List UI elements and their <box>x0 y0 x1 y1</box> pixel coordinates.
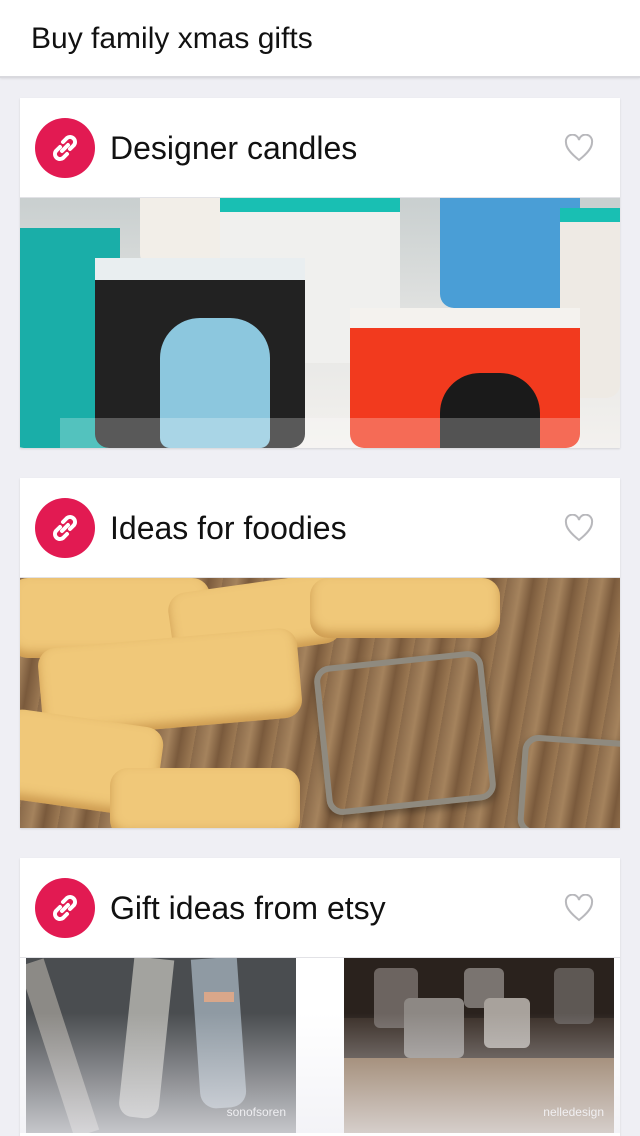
thumbnail-caption: sonofsoren <box>226 1105 286 1119</box>
thumbnail-caption: nelledesign <box>543 1105 604 1119</box>
card-title: Designer candles <box>110 130 358 166</box>
card-ideas-for-foodies[interactable]: Ideas for foodies <box>20 478 620 828</box>
link-icon <box>35 878 95 938</box>
card-header: Designer candles <box>20 98 620 198</box>
card-title: Gift ideas from etsy <box>110 890 386 926</box>
card-gift-ideas-from-etsy[interactable]: Gift ideas from etsy sonofsoren nelledes… <box>20 858 620 1136</box>
cookies-image[interactable] <box>20 578 620 828</box>
heart-outline-icon[interactable] <box>564 893 594 927</box>
card-title: Ideas for foodies <box>110 510 347 546</box>
thumbnail-ties[interactable]: sonofsoren <box>26 958 296 1133</box>
candles-image[interactable] <box>20 198 620 448</box>
etsy-thumbnails: sonofsoren nelledesign <box>20 958 620 1133</box>
page-title: Buy family xmas gifts <box>31 22 313 55</box>
heart-outline-icon[interactable] <box>564 133 594 167</box>
card-header: Ideas for foodies <box>20 478 620 578</box>
card-header: Gift ideas from etsy <box>20 858 620 958</box>
thumbnail-jars[interactable]: nelledesign <box>344 958 614 1133</box>
heart-outline-icon[interactable] <box>564 513 594 547</box>
link-icon <box>35 498 95 558</box>
card-designer-candles[interactable]: Designer candles <box>20 98 620 448</box>
top-bar: Buy family xmas gifts <box>0 0 640 78</box>
link-icon <box>35 118 95 178</box>
